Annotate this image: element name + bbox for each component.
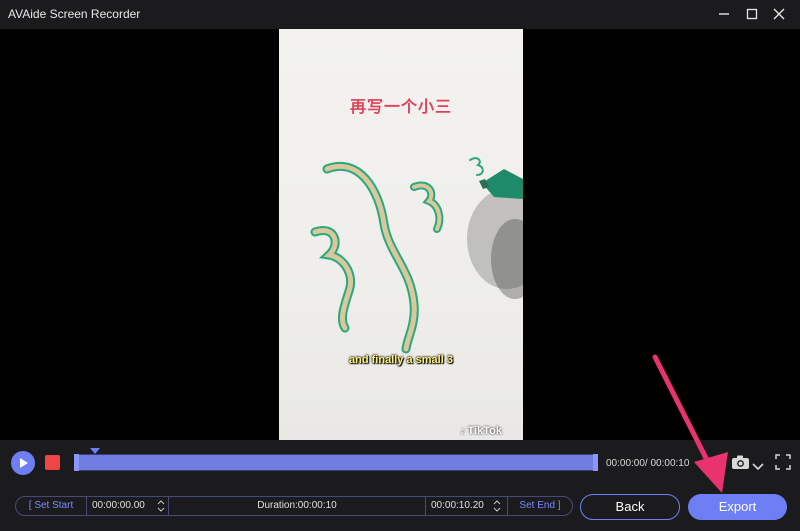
close-button[interactable] [768,4,790,24]
video-drawing-image [310,157,523,354]
duration-label: Duration:00:00:10 [168,497,426,515]
snapshot-options-button[interactable] [752,458,764,476]
snapshot-button[interactable] [731,454,751,475]
stepper-arrows-icon [157,500,165,512]
play-button[interactable] [11,451,35,475]
chevron-down-icon [752,463,764,471]
set-end-button[interactable]: Set End ] [507,497,572,515]
export-button[interactable]: Export [688,494,787,520]
stop-button[interactable] [45,455,60,470]
trim-controls: [ Set Start 00:00:00.00 Duration:00:00:1… [15,496,573,516]
fullscreen-icon [775,454,791,470]
video-preview: 再写一个小三 and finally a small 3 ♪ TikTok [0,29,800,440]
video-frame: 再写一个小三 and finally a small 3 ♪ TikTok [279,29,523,440]
tiktok-watermark-text: TikTok [467,425,502,437]
timeline-track[interactable] [74,454,598,471]
tiktok-watermark: ♪ TikTok [460,425,502,437]
maximize-icon [746,8,758,20]
minimize-icon [719,13,729,15]
tiktok-logo-icon: ♪ [460,425,466,437]
close-icon [773,8,785,20]
video-subtitle: and finally a small 3 [349,354,453,366]
playback-controls: 00:00:00/ 00:00:10 [0,440,800,485]
time-readout: 00:00:00/ 00:00:10 [606,458,690,469]
start-time-field[interactable]: 00:00:00.00 [88,497,168,515]
trim-start-handle[interactable] [74,454,79,471]
minimize-button[interactable] [713,4,735,24]
stepper-arrows-icon [493,500,501,512]
window-title: AVAide Screen Recorder [8,7,141,21]
fullscreen-button[interactable] [775,454,791,475]
title-bar: AVAide Screen Recorder [0,0,800,29]
maximize-button[interactable] [741,4,763,24]
start-time-stepper[interactable] [157,498,165,514]
video-caption-chinese: 再写一个小三 [349,97,452,116]
set-start-button[interactable]: [ Set Start [16,497,87,515]
timeline-selection [79,455,593,470]
bottom-bar: [ Set Start 00:00:00.00 Duration:00:00:1… [0,485,800,531]
back-button[interactable]: Back [580,494,680,520]
trim-end-handle[interactable] [593,454,598,471]
end-time-stepper[interactable] [493,498,501,514]
camera-icon [732,455,749,469]
